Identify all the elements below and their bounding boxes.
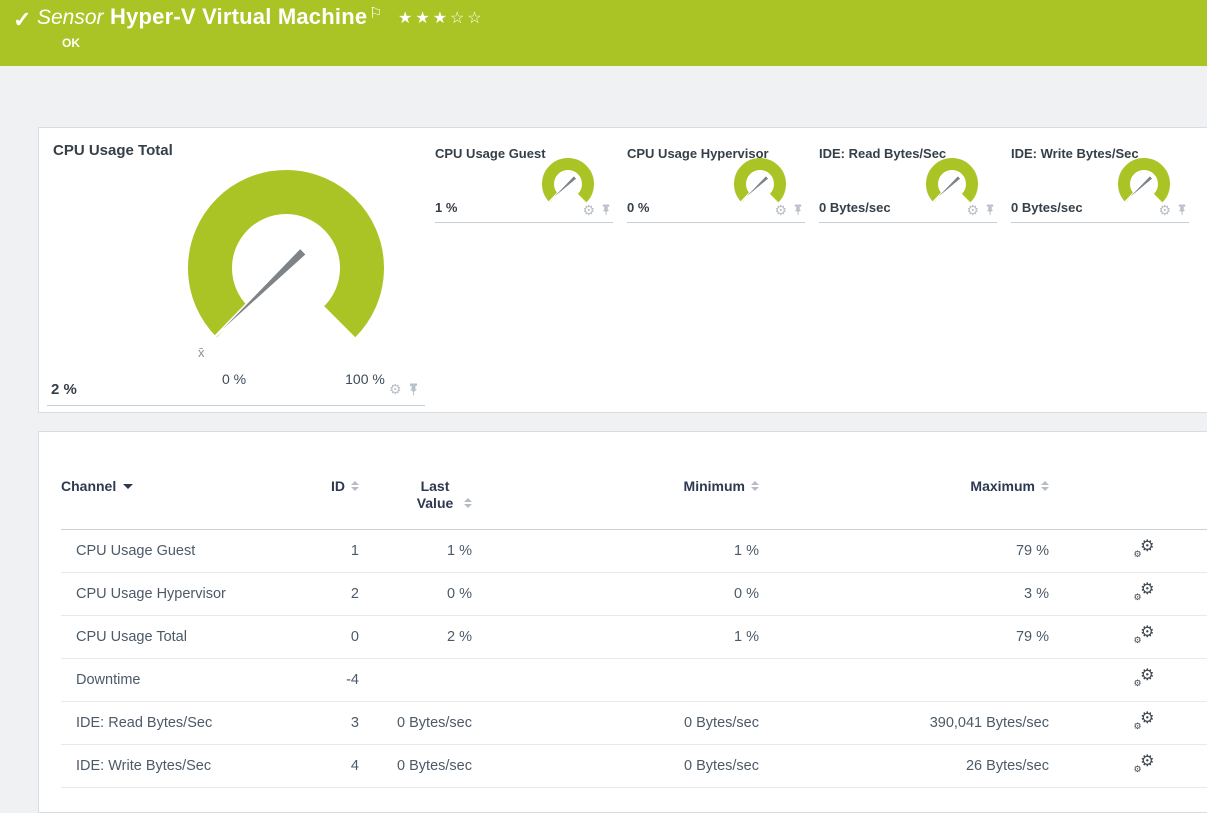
sensor-header: ✓ Sensor Hyper-V Virtual Machine ⚐ ★★★☆☆… bbox=[0, 0, 1207, 66]
gauge-tile-value: 0 Bytes/sec bbox=[819, 200, 891, 215]
channel-minimum: 0 % bbox=[734, 586, 759, 602]
channel-table-panel: Channel ID Last Value Minimum Maximum CP… bbox=[38, 431, 1207, 813]
channel-row[interactable]: Downtime -4 ⚙ ⚙ bbox=[61, 659, 1207, 702]
channel-name: IDE: Write Bytes/Sec bbox=[76, 758, 212, 774]
channel-minimum: 1 % bbox=[734, 629, 759, 645]
column-header-maximum[interactable]: Maximum bbox=[759, 478, 1049, 529]
edit-channel-gears-icon[interactable]: ⚙ ⚙ bbox=[1133, 667, 1155, 688]
column-header-channel[interactable]: Channel bbox=[61, 478, 311, 529]
gauge-tile-actions: ⚙ bbox=[966, 203, 995, 217]
gear-icon[interactable]: ⚙ bbox=[582, 203, 595, 217]
sort-caret-icon[interactable] bbox=[123, 484, 134, 489]
edit-channel-gears-icon[interactable]: ⚙ ⚙ bbox=[1133, 710, 1155, 731]
channel-name: Downtime bbox=[76, 672, 141, 688]
gauge-tile-title: CPU Usage Guest bbox=[435, 146, 546, 161]
column-label: Channel bbox=[61, 478, 117, 494]
pin-icon[interactable] bbox=[601, 204, 611, 216]
column-header-id[interactable]: ID bbox=[311, 478, 359, 529]
sort-arrows-icon[interactable] bbox=[751, 481, 759, 491]
channel-name: CPU Usage Guest bbox=[76, 543, 196, 559]
gauge-tile-actions: ⚙ bbox=[582, 203, 611, 217]
sensor-title: Hyper-V Virtual Machine bbox=[110, 4, 368, 29]
pin-icon[interactable] bbox=[408, 383, 419, 396]
channel-id: 1 bbox=[350, 543, 359, 559]
column-header-minimum[interactable]: Minimum bbox=[472, 478, 759, 529]
channel-row[interactable]: IDE: Write Bytes/Sec 4 0 Bytes/sec 0 Byt… bbox=[61, 745, 1207, 788]
gear-icon[interactable]: ⚙ bbox=[389, 382, 402, 396]
column-header-last-value[interactable]: Last Value bbox=[359, 478, 472, 529]
column-label: ID bbox=[331, 478, 345, 494]
channel-id: -4 bbox=[346, 672, 359, 688]
channel-minimum: 0 Bytes/sec bbox=[684, 758, 759, 774]
channel-id: 2 bbox=[350, 586, 359, 602]
gauge-tile: CPU Usage Hypervisor 0 % ⚙ bbox=[627, 146, 805, 223]
pin-icon[interactable] bbox=[1177, 204, 1187, 216]
average-marker: x̄ bbox=[198, 345, 205, 360]
gauge-tile: CPU Usage Guest 1 % ⚙ bbox=[435, 146, 613, 223]
channel-name: CPU Usage Hypervisor bbox=[76, 586, 226, 602]
channel-maximum: 26 Bytes/sec bbox=[965, 758, 1049, 774]
status-badge: OK bbox=[62, 36, 80, 50]
channel-maximum: 3 % bbox=[1024, 586, 1049, 602]
gauge-tile-actions: ⚙ bbox=[1158, 203, 1187, 217]
gauge-tile-actions: ⚙ bbox=[774, 203, 803, 217]
channel-minimum: 1 % bbox=[734, 543, 759, 559]
gauge-tile: IDE: Read Bytes/Sec 0 Bytes/sec ⚙ bbox=[819, 146, 997, 223]
sort-arrows-icon[interactable] bbox=[464, 498, 472, 508]
gear-icon[interactable]: ⚙ bbox=[966, 203, 979, 217]
edit-channel-gears-icon[interactable]: ⚙ ⚙ bbox=[1133, 753, 1155, 774]
channel-name: CPU Usage Total bbox=[76, 629, 187, 645]
cpu-usage-total-gauge: x̄ bbox=[188, 170, 384, 360]
gauge-scale-min: 0 % bbox=[221, 371, 247, 387]
main-gauge-title: CPU Usage Total bbox=[53, 142, 173, 159]
priority-stars[interactable]: ★★★☆☆ bbox=[398, 8, 485, 28]
channel-id: 3 bbox=[350, 715, 359, 731]
gear-icon[interactable]: ⚙ bbox=[774, 203, 787, 217]
gauges-panel: CPU Usage Total x̄ 0 % 100 % 2 % ⚙ CPU U… bbox=[38, 127, 1207, 413]
flag-icon[interactable]: ⚐ bbox=[369, 4, 382, 22]
channel-last-value: 2 % bbox=[447, 629, 472, 645]
tab-bar: Overview Live Data 2 days 30 days 365 da… bbox=[0, 66, 1207, 185]
channel-maximum: 390,041 Bytes/sec bbox=[929, 715, 1049, 731]
channel-table-body: CPU Usage Guest 1 1 % 1 % 79 % ⚙ ⚙ CPU Us… bbox=[61, 530, 1207, 788]
gauge-scale-max: 100 % bbox=[345, 371, 385, 387]
sort-arrows-icon[interactable] bbox=[1041, 481, 1049, 491]
gauge-tile-value: 1 % bbox=[435, 200, 458, 215]
edit-channel-gears-icon[interactable]: ⚙ ⚙ bbox=[1133, 581, 1155, 602]
column-label: Last Value bbox=[416, 478, 454, 511]
channel-row[interactable]: CPU Usage Hypervisor 2 0 % 0 % 3 % ⚙ ⚙ bbox=[61, 573, 1207, 616]
prtg-sensor-page: { "glyphs": { "check": "✓", "flag": "⚐",… bbox=[0, 0, 1207, 813]
sort-arrows-icon[interactable] bbox=[351, 481, 359, 491]
check-icon: ✓ bbox=[13, 7, 32, 32]
channel-row[interactable]: CPU Usage Guest 1 1 % 1 % 79 % ⚙ ⚙ bbox=[61, 530, 1207, 573]
edit-channel-gears-icon[interactable]: ⚙ ⚙ bbox=[1133, 624, 1155, 645]
channel-last-value: 0 % bbox=[447, 586, 472, 602]
channel-maximum: 79 % bbox=[1015, 629, 1049, 645]
channel-id: 4 bbox=[350, 758, 359, 774]
channel-table-header: Channel ID Last Value Minimum Maximum bbox=[61, 478, 1207, 530]
channel-last-value: 1 % bbox=[447, 543, 472, 559]
channel-last-value: 0 Bytes/sec bbox=[397, 715, 472, 731]
pin-icon[interactable] bbox=[793, 204, 803, 216]
pin-icon[interactable] bbox=[985, 204, 995, 216]
main-gauge-actions: ⚙ bbox=[389, 382, 419, 396]
edit-channel-gears-icon[interactable]: ⚙ ⚙ bbox=[1133, 538, 1155, 559]
channel-minimum: 0 Bytes/sec bbox=[684, 715, 759, 731]
column-label: Maximum bbox=[970, 478, 1035, 494]
channel-id: 0 bbox=[350, 629, 359, 645]
gauge-tile-value: 0 Bytes/sec bbox=[1011, 200, 1083, 215]
gear-icon[interactable]: ⚙ bbox=[1158, 203, 1171, 217]
channel-name: IDE: Read Bytes/Sec bbox=[76, 715, 213, 731]
channel-row[interactable]: IDE: Read Bytes/Sec 3 0 Bytes/sec 0 Byte… bbox=[61, 702, 1207, 745]
divider bbox=[47, 405, 425, 406]
channel-row[interactable]: CPU Usage Total 0 2 % 1 % 79 % ⚙ ⚙ bbox=[61, 616, 1207, 659]
channel-maximum: 79 % bbox=[1015, 543, 1049, 559]
channel-last-value: 0 Bytes/sec bbox=[397, 758, 472, 774]
gauge-tile-value: 0 % bbox=[627, 200, 650, 215]
column-label: Minimum bbox=[683, 478, 745, 494]
gauge-tile: IDE: Write Bytes/Sec 0 Bytes/sec ⚙ bbox=[1011, 146, 1189, 223]
sensor-kind-label: Sensor bbox=[37, 6, 104, 29]
main-gauge-value: 2 % bbox=[51, 381, 77, 398]
